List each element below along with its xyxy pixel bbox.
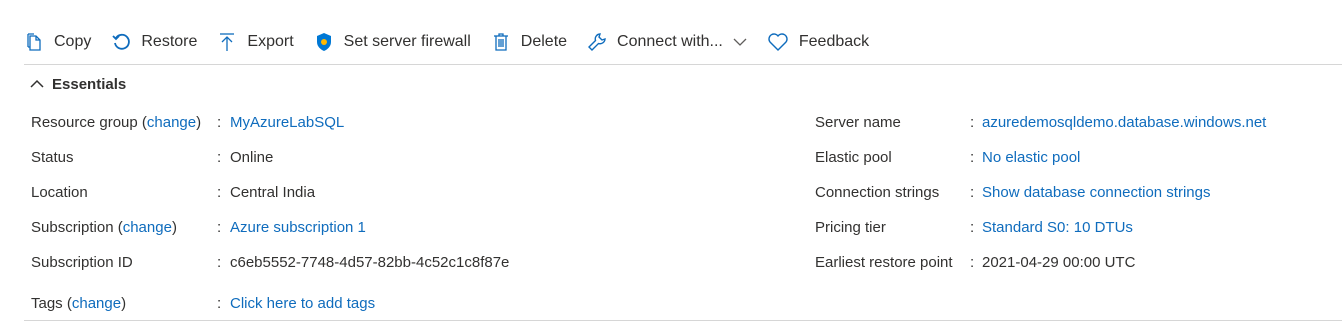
connection-strings-link[interactable]: Show database connection strings [982,184,1210,201]
earliest-restore-point-label: Earliest restore point [815,254,953,271]
subscription-value-link[interactable]: Azure subscription 1 [230,219,366,236]
elastic-pool-label: Elastic pool [815,149,892,166]
resource-group-label-text: Resource group [31,114,138,131]
server-name-link[interactable]: azuredemosqldemo.database.windows.net [982,114,1266,131]
status-value: Online [230,149,274,166]
connect-with-label: Connect with... [617,33,723,50]
feedback-button[interactable]: Feedback [767,22,869,62]
tags-change-link[interactable]: change [72,295,121,312]
connection-strings-label: Connection strings [815,184,940,201]
elastic-pool-link[interactable]: No elastic pool [982,149,1080,166]
trash-icon [493,33,508,51]
feedback-label: Feedback [798,33,870,50]
chevron-down-icon [733,38,747,46]
separator: : [970,219,975,236]
separator: : [970,114,975,131]
copy-icon [27,33,41,51]
separator: : [970,149,975,166]
separator: : [217,184,222,201]
connect-with-dropdown[interactable]: Connect with... [587,22,747,62]
restore-label: Restore [141,33,198,50]
pricing-tier-link[interactable]: Standard S0: 10 DTUs [982,219,1133,236]
separator: : [970,184,975,201]
separator: : [217,295,222,312]
resource-group-value-link[interactable]: MyAzureLabSQL [230,114,344,131]
tags-label: Tags (change) [31,295,127,312]
delete-button[interactable]: Delete [491,22,567,62]
separator: : [970,254,975,271]
status-label: Status [31,149,74,166]
subscription-change-link[interactable]: change [123,219,172,236]
copy-label: Copy [54,33,92,50]
location-label: Location [31,184,88,201]
separator: : [217,114,222,131]
restore-icon [112,33,131,50]
set-server-firewall-label: Set server firewall [343,33,471,50]
delete-label: Delete [520,33,568,50]
heart-icon [768,33,788,51]
set-server-firewall-button[interactable]: Set server firewall [314,22,471,62]
pricing-tier-label: Pricing tier [815,219,886,236]
location-value: Central India [230,184,316,201]
restore-button[interactable]: Restore [111,22,197,62]
resource-group-change-link[interactable]: change [147,114,196,131]
toolbar-divider [24,64,1342,65]
tags-label-text: Tags [31,295,63,312]
server-name-label: Server name [815,114,901,131]
essentials-toggle[interactable]: Essentials [30,72,126,96]
chevron-up-icon [30,79,44,88]
copy-button[interactable]: Copy [24,22,91,62]
essentials-title: Essentials [52,75,127,93]
separator: : [217,149,222,166]
export-button[interactable]: Export [217,22,294,62]
subscription-label-text: Subscription [31,219,114,236]
earliest-restore-point-value: 2021-04-29 00:00 UTC [982,254,1136,271]
subscription-id-value: c6eb5552-7748-4d57-82bb-4c52c1c8f87e [230,254,510,271]
separator: : [217,219,222,236]
export-icon [220,33,235,51]
resource-group-label: Resource group (change) [31,114,202,131]
subscription-label: Subscription (change) [31,219,177,236]
export-label: Export [247,33,294,50]
command-bar: Copy Restore Export Set server firewall … [24,22,889,62]
shield-icon [316,33,331,51]
subscription-id-label: Subscription ID [31,254,133,271]
add-tags-link[interactable]: Click here to add tags [230,295,375,312]
separator: : [217,254,222,271]
essentials-bottom-divider [24,320,1342,321]
wrench-icon [588,33,606,51]
